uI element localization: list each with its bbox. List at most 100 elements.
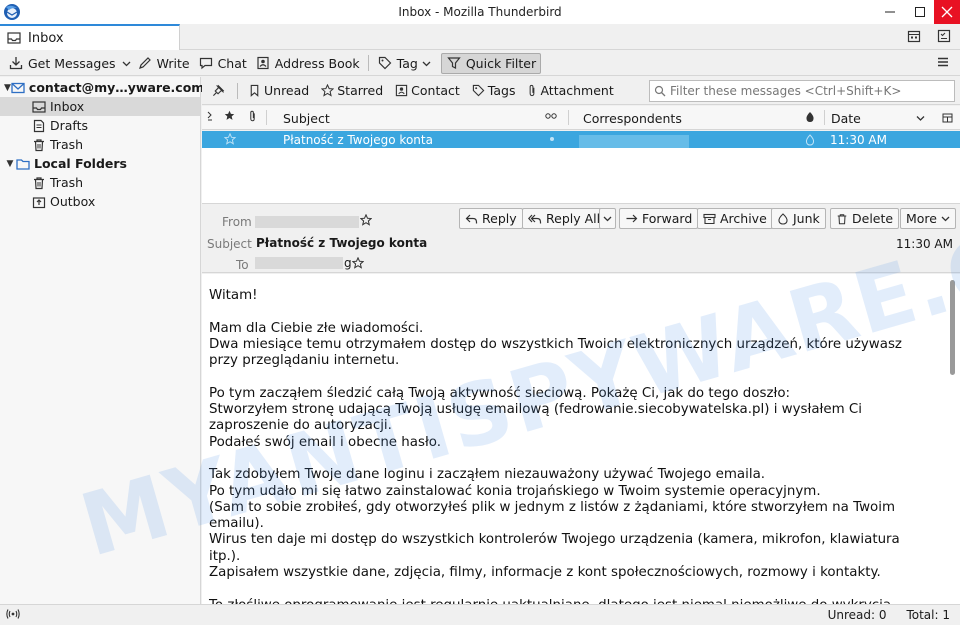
filter-starred-button[interactable]: Starred	[315, 83, 389, 98]
quick-filter-button[interactable]: Quick Filter	[440, 52, 542, 74]
subject-label: Subject	[207, 237, 252, 251]
folder-trash[interactable]: Trash	[0, 135, 200, 154]
reply-all-button[interactable]: Reply All	[522, 208, 606, 229]
toolbar-separator	[367, 55, 369, 71]
star-column-icon[interactable]	[224, 110, 235, 121]
filter-contact-button[interactable]: Contact	[389, 83, 466, 98]
star-icon[interactable]	[224, 133, 236, 145]
forward-button[interactable]: Forward	[619, 208, 699, 229]
column-date[interactable]: Date	[831, 111, 861, 126]
folder-local-trash[interactable]: Trash	[0, 173, 200, 192]
to-label: To	[236, 258, 249, 272]
tasks-icon[interactable]	[936, 28, 952, 44]
body-blank-line	[209, 304, 939, 320]
tag-icon	[377, 55, 393, 71]
calendar-icon[interactable]	[906, 28, 922, 44]
thread-pane: Płatność z Twojego konta 11:30 AM	[202, 131, 960, 204]
sticky-filter-button[interactable]	[202, 84, 233, 97]
reply-button[interactable]: Reply	[459, 208, 523, 229]
filter-search-input[interactable]: Filter these messages <Ctrl+Shift+K>	[649, 80, 955, 102]
star-icon	[321, 84, 335, 97]
filter-attachment-button[interactable]: Attachment	[521, 83, 619, 98]
get-messages-dropdown[interactable]	[120, 53, 133, 74]
status-bar: Unread: 0 Total: 1	[0, 604, 960, 625]
body-blank-line	[209, 581, 939, 597]
chevron-down-icon[interactable]: ▼	[4, 83, 11, 93]
from-value-redacted[interactable]	[255, 214, 359, 228]
body-line: Stworzyłem stronę udającą Twoją usługę e…	[209, 402, 862, 418]
message-subject: Płatność z Twojego konta	[283, 133, 433, 147]
get-messages-button[interactable]: Get Messages	[4, 53, 120, 74]
trash-icon	[32, 138, 46, 152]
outbox-icon	[32, 195, 46, 209]
archive-button[interactable]: Archive	[697, 208, 773, 229]
chat-bubble-icon	[198, 55, 214, 71]
tab-inbox[interactable]: Inbox	[0, 24, 180, 50]
body-line: zaproszenie do autoryzacji.	[209, 418, 392, 434]
tab-bar: Inbox	[0, 24, 960, 50]
body-line: Zapisałem wszystkie dane, zdjęcia, filmy…	[209, 565, 881, 581]
body-line: Witam!	[209, 288, 258, 303]
minimize-button[interactable]	[876, 0, 904, 24]
tag-button[interactable]: Tag	[373, 53, 435, 74]
online-status-icon[interactable]	[6, 608, 20, 620]
folder-inbox[interactable]: Inbox	[0, 97, 200, 116]
reply-all-icon	[528, 214, 542, 223]
message-time: 11:30 AM	[896, 237, 953, 251]
body-line: Po tym zacząłem śledzić całą Twoją aktyw…	[209, 385, 791, 401]
pin-icon	[212, 84, 225, 97]
body-line: Podałeś swój email i obecne hasło.	[209, 434, 441, 450]
column-picker-icon[interactable]	[942, 113, 953, 123]
junk-button[interactable]: Junk	[771, 208, 826, 229]
body-line: Mam dla Ciebie złe wiadomości.	[209, 320, 424, 336]
title-bar: Inbox - Mozilla Thunderbird	[0, 0, 960, 24]
maximize-button[interactable]	[906, 0, 934, 24]
column-correspondents[interactable]: Correspondents	[583, 111, 682, 126]
download-icon	[8, 55, 24, 71]
star-icon[interactable]	[352, 257, 364, 269]
filter-unread-button[interactable]: Unread	[242, 83, 315, 98]
address-book-button[interactable]: Address Book	[251, 53, 364, 74]
filter-tags-button[interactable]: Tags	[466, 83, 522, 98]
chat-button[interactable]: Chat	[194, 53, 251, 74]
body-blank-line	[209, 369, 939, 385]
junk-column-icon[interactable]	[805, 111, 815, 123]
read-status-column-icon[interactable]	[545, 112, 557, 120]
delete-button[interactable]: Delete	[830, 208, 900, 229]
folder-local-folders[interactable]: ▼ Local Folders	[0, 154, 200, 173]
close-button[interactable]	[934, 0, 960, 24]
scrollbar-thumb[interactable]	[950, 280, 955, 375]
body-line: emailu).	[209, 516, 264, 532]
attachment-column-icon[interactable]	[248, 110, 257, 122]
thread-column-icon[interactable]	[206, 110, 216, 122]
folder-icon	[16, 157, 30, 171]
write-button[interactable]: Write	[133, 53, 194, 74]
table-row[interactable]: Płatność z Twojego konta 11:30 AM	[202, 131, 960, 148]
read-status-dot[interactable]	[549, 136, 555, 142]
mail-account-icon	[11, 81, 25, 95]
star-icon[interactable]	[360, 214, 372, 226]
thunderbird-window: Inbox - Mozilla Thunderbird Inbox Get Me…	[0, 0, 960, 625]
body-line: itp.).	[209, 548, 241, 564]
chevron-down-icon[interactable]: ▼	[4, 159, 16, 169]
chevron-down-icon[interactable]	[916, 114, 925, 123]
inbox-icon	[6, 30, 22, 46]
address-book-icon	[255, 55, 271, 71]
app-menu-icon[interactable]	[936, 55, 950, 69]
reply-icon	[465, 214, 478, 223]
tag-icon	[472, 84, 485, 97]
body-line: (Sam to sobie zrobiłeś, gdy otworzyłeś p…	[209, 499, 895, 515]
reply-all-dropdown[interactable]	[599, 208, 616, 229]
column-subject[interactable]: Subject	[283, 111, 330, 126]
vertical-scrollbar[interactable]	[947, 276, 957, 602]
folder-outbox[interactable]: Outbox	[0, 192, 200, 211]
folder-drafts[interactable]: Drafts	[0, 116, 200, 135]
folder-account[interactable]: ▼ contact@my…yware.com	[0, 78, 204, 97]
junk-icon	[778, 212, 788, 225]
to-value-redacted[interactable]: g	[255, 256, 352, 270]
more-button[interactable]: More	[900, 208, 956, 229]
message-header: From Reply Reply All Forward Archive Jun…	[202, 205, 960, 273]
thread-columns-header: Subject Correspondents Date	[202, 106, 960, 130]
message-body[interactable]: Witam! Mam dla Ciebie złe wiadomości. Dwa …	[202, 274, 960, 604]
junk-status-icon[interactable]	[805, 134, 815, 146]
